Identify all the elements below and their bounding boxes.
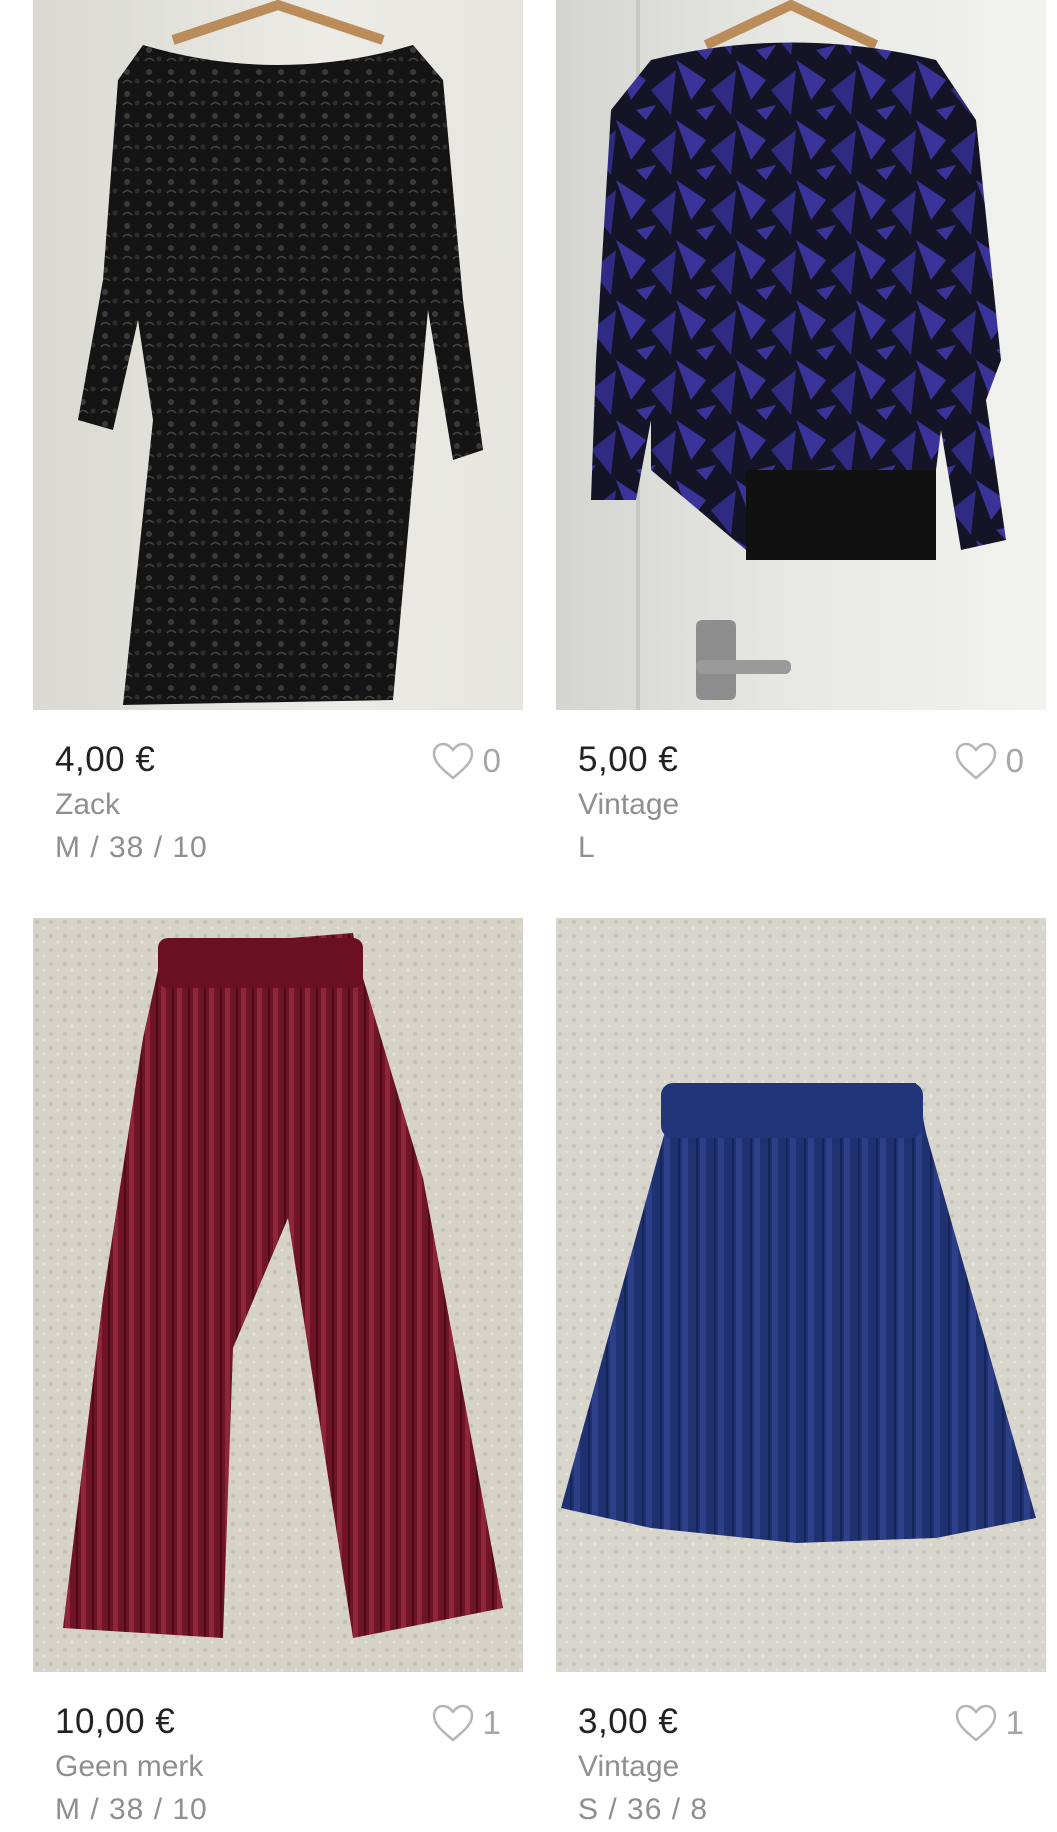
listing-card[interactable]: 4,00 € Zack M / 38 / 10 0: [33, 0, 523, 870]
listing-photo[interactable]: [556, 0, 1046, 710]
heart-outline-icon: [432, 1704, 473, 1742]
listing-card[interactable]: 5,00 € Vintage L 0: [556, 0, 1046, 870]
listing-brand: Vintage: [578, 788, 680, 821]
heart-outline-icon: [955, 742, 996, 780]
favorite-button[interactable]: 1: [954, 1703, 1024, 1743]
listing-photo[interactable]: [33, 0, 523, 710]
listing-info: 4,00 € Zack M / 38 / 10 0: [33, 710, 523, 870]
favorite-button[interactable]: 1: [431, 1703, 501, 1743]
listing-photo[interactable]: [33, 918, 523, 1672]
favorite-count: 1: [1005, 1704, 1024, 1741]
listing-info: 3,00 € Vintage S / 36 / 8 1: [556, 1672, 1046, 1832]
favorite-count: 0: [1005, 742, 1024, 779]
listing-price: 4,00 €: [55, 740, 156, 779]
listing-info: 10,00 € Geen merk M / 38 / 10 1: [33, 1672, 523, 1832]
pleated-skirt-photo: [556, 918, 1046, 1672]
heart-outline-icon: [432, 742, 473, 780]
listing-photo[interactable]: [556, 918, 1046, 1672]
listing-size: S / 36 / 8: [578, 1793, 709, 1826]
listing-price: 10,00 €: [55, 1702, 176, 1741]
listing-price: 5,00 €: [578, 740, 679, 779]
listing-info: 5,00 € Vintage L 0: [556, 710, 1046, 870]
heart-outline-icon: [955, 1704, 996, 1742]
favorite-button[interactable]: 0: [954, 741, 1024, 781]
listing-brand: Geen merk: [55, 1750, 204, 1783]
listing-size: M / 38 / 10: [55, 831, 208, 864]
sweater-photo: [556, 0, 1046, 710]
listing-card[interactable]: 10,00 € Geen merk M / 38 / 10 1: [33, 918, 523, 1832]
listing-brand: Zack: [55, 788, 121, 821]
favorite-count: 1: [482, 1704, 501, 1741]
listing-size: L: [578, 831, 596, 864]
listing-brand: Vintage: [578, 1750, 680, 1783]
favorite-count: 0: [482, 742, 501, 779]
velvet-trousers-photo: [33, 918, 523, 1672]
listing-price: 3,00 €: [578, 1702, 679, 1741]
lace-dress-photo: [33, 0, 523, 710]
listing-size: M / 38 / 10: [55, 1793, 208, 1826]
listing-card[interactable]: 3,00 € Vintage S / 36 / 8 1: [556, 918, 1046, 1832]
listing-grid: 4,00 € Zack M / 38 / 10 0 5,00 € Vintage…: [0, 0, 1057, 1830]
favorite-button[interactable]: 0: [431, 741, 501, 781]
